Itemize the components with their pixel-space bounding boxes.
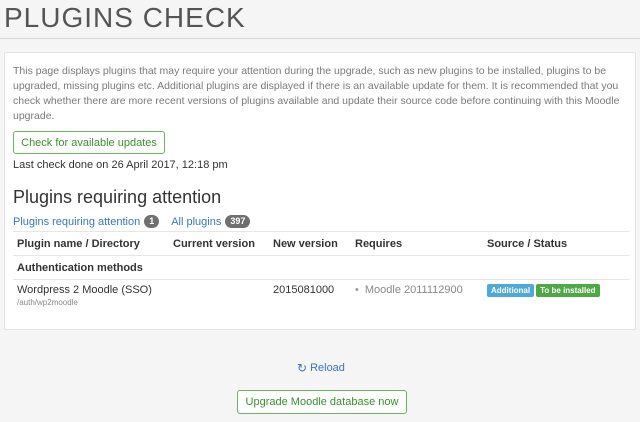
plugin-name: Wordpress 2 Moodle (SSO): [17, 284, 152, 296]
refresh-icon: ↻: [297, 361, 308, 375]
source-badge: Additional: [487, 284, 535, 297]
new-version-cell: 2015081000: [269, 279, 351, 314]
filter-requiring-attention-link[interactable]: Plugins requiring attention: [13, 216, 140, 228]
upgrade-database-button[interactable]: Upgrade Moodle database now: [237, 390, 407, 414]
bullet-icon: •: [355, 284, 359, 296]
col-current-version: Current version: [169, 231, 269, 256]
col-plugin-name: Plugin name / Directory: [13, 231, 169, 256]
plugin-directory: /auth/wp2moodle: [17, 298, 78, 307]
group-row: Authentication methods: [13, 255, 629, 280]
title-divider: [0, 38, 640, 39]
table-row: Wordpress 2 Moodle (SSO) /auth/wp2moodle…: [13, 279, 629, 314]
section-title: Plugins requiring attention: [13, 187, 222, 207]
reload-label: Reload: [310, 362, 345, 374]
requiring-attention-count-badge: 1: [144, 215, 160, 228]
last-check-text: Last check done on 26 April 2017, 12:18 …: [13, 159, 228, 171]
plugin-name-cell: Wordpress 2 Moodle (SSO) /auth/wp2moodle: [13, 279, 169, 314]
table-header-row: Plugin name / Directory Current version …: [13, 231, 629, 256]
col-new-version: New version: [269, 231, 351, 256]
all-plugins-count-badge: 397: [225, 215, 251, 228]
filter-all-plugins-link[interactable]: All plugins: [171, 216, 221, 228]
plugins-check-panel: This page displays plugins that may requ…: [4, 52, 636, 330]
group-name: Authentication methods: [13, 255, 629, 280]
col-requires: Requires: [351, 231, 483, 256]
current-version-cell: [169, 279, 269, 314]
reload-link[interactable]: ↻ Reload: [297, 361, 345, 375]
check-updates-button[interactable]: Check for available updates: [13, 131, 165, 154]
page-title: PLUGINS CHECK: [4, 2, 246, 33]
requires-cell: • Moodle 2011112900: [351, 279, 483, 314]
plugins-table: Plugin name / Directory Current version …: [13, 231, 629, 314]
col-source-status: Source / Status: [483, 231, 629, 256]
source-status-cell: Additional To be installed: [483, 279, 629, 314]
intro-text: This page displays plugins that may requ…: [13, 65, 620, 122]
requires-text: Moodle 2011112900: [364, 284, 463, 296]
status-badge: To be installed: [536, 284, 600, 297]
plugin-filters: Plugins requiring attention 1 All plugin…: [13, 215, 262, 228]
